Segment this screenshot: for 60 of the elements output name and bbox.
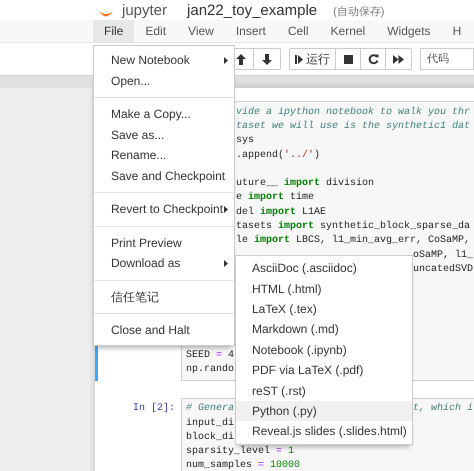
save-status: (自动保存) [333, 5, 384, 20]
menu-bar-item[interactable]: H [442, 20, 472, 42]
menu-item[interactable]: Open... [94, 70, 234, 91]
code-line: taset we will use is the synthetic1 dat [236, 120, 470, 134]
cell-prompt: In [2]: [132, 402, 175, 414]
submenu-caret-icon [224, 206, 228, 213]
menu-bar-item[interactable]: Insert [224, 20, 277, 42]
menu-item[interactable]: Markdown (.md) [236, 319, 412, 340]
code-line: e import time [236, 190, 314, 206]
menu-item[interactable]: Print Preview [94, 232, 234, 253]
menu-bar-item[interactable]: Edit [134, 20, 178, 42]
code-line: # Genera [186, 402, 234, 416]
stop-icon [344, 54, 352, 64]
code-line: input_di [186, 416, 234, 431]
submenu-caret-icon [224, 56, 228, 64]
code-line: del import L1AE [236, 206, 326, 220]
menu-item[interactable]: Download as [94, 253, 234, 274]
menu-bar-item[interactable]: Kernel [320, 20, 376, 42]
cell-type-select[interactable]: 代码 [420, 48, 474, 70]
code-line: tasets import synthetic_block_sparse_da [236, 220, 470, 234]
menu-item[interactable]: HTML (.html) [236, 278, 412, 299]
code-line: oSaMP, l1_ [413, 248, 474, 263]
menu-item[interactable]: Notebook (.ipynb) [236, 340, 412, 360]
menu-item[interactable]: AsciiDoc (.asciidoc) [236, 258, 412, 278]
menu-item[interactable]: Close and Halt [94, 320, 234, 340]
restart-icon [368, 54, 378, 64]
code-line: uture__ import division [236, 176, 374, 192]
code-line: num_samples = 10000 [186, 458, 300, 471]
menu-item[interactable]: Python (.py) [236, 400, 412, 422]
code-line: t, which i [413, 403, 474, 414]
code-line: np.rando [186, 362, 234, 377]
down-arrow-icon [262, 54, 272, 64]
menu-item[interactable]: Rename... [94, 145, 234, 166]
code-line: sparsity_level = 1 [186, 444, 294, 460]
code-line: vide a ipython notebook to walk you thr [236, 106, 470, 120]
menu-item[interactable]: Make a Copy... [94, 104, 234, 124]
code-line: block_di [186, 430, 234, 445]
code-line: sys [236, 134, 254, 148]
code-line: SEED = 4 [186, 348, 234, 363]
submenu-caret-icon [224, 260, 228, 267]
code-line: .append('../') [236, 148, 320, 163]
logo-text: jupyter [122, 2, 168, 20]
menu-item[interactable]: LaTeX (.tex) [236, 298, 412, 320]
menu-item[interactable]: Save and Checkpoint [94, 166, 234, 186]
menu-item[interactable]: 信任笔记 [94, 286, 234, 307]
menu-item[interactable]: Save as... [94, 124, 234, 145]
step-icon [295, 54, 303, 64]
notebook-title[interactable]: jan22_toy_example [187, 2, 318, 20]
menu-item[interactable]: Reveal.js slides (.slides.html) [236, 421, 412, 442]
menu-bar-item[interactable]: File [93, 20, 134, 42]
menu-bar-item[interactable]: Widgets [376, 20, 442, 42]
menu-item[interactable]: New Notebook [94, 50, 234, 70]
menu-bar-item[interactable]: View [177, 20, 225, 42]
code-line: uncatedSVD [413, 262, 474, 277]
menu-item[interactable]: PDF via LaTeX (.pdf) [236, 360, 412, 380]
fast-forward-icon [393, 54, 404, 64]
menu-bar-item[interactable]: Cell [276, 20, 320, 42]
menu-item[interactable]: Revert to Checkpoint [94, 199, 234, 220]
up-arrow-icon [236, 54, 246, 64]
code-line: le import LBCS, l1_min_avg_err, CoSaMP, [236, 234, 470, 248]
